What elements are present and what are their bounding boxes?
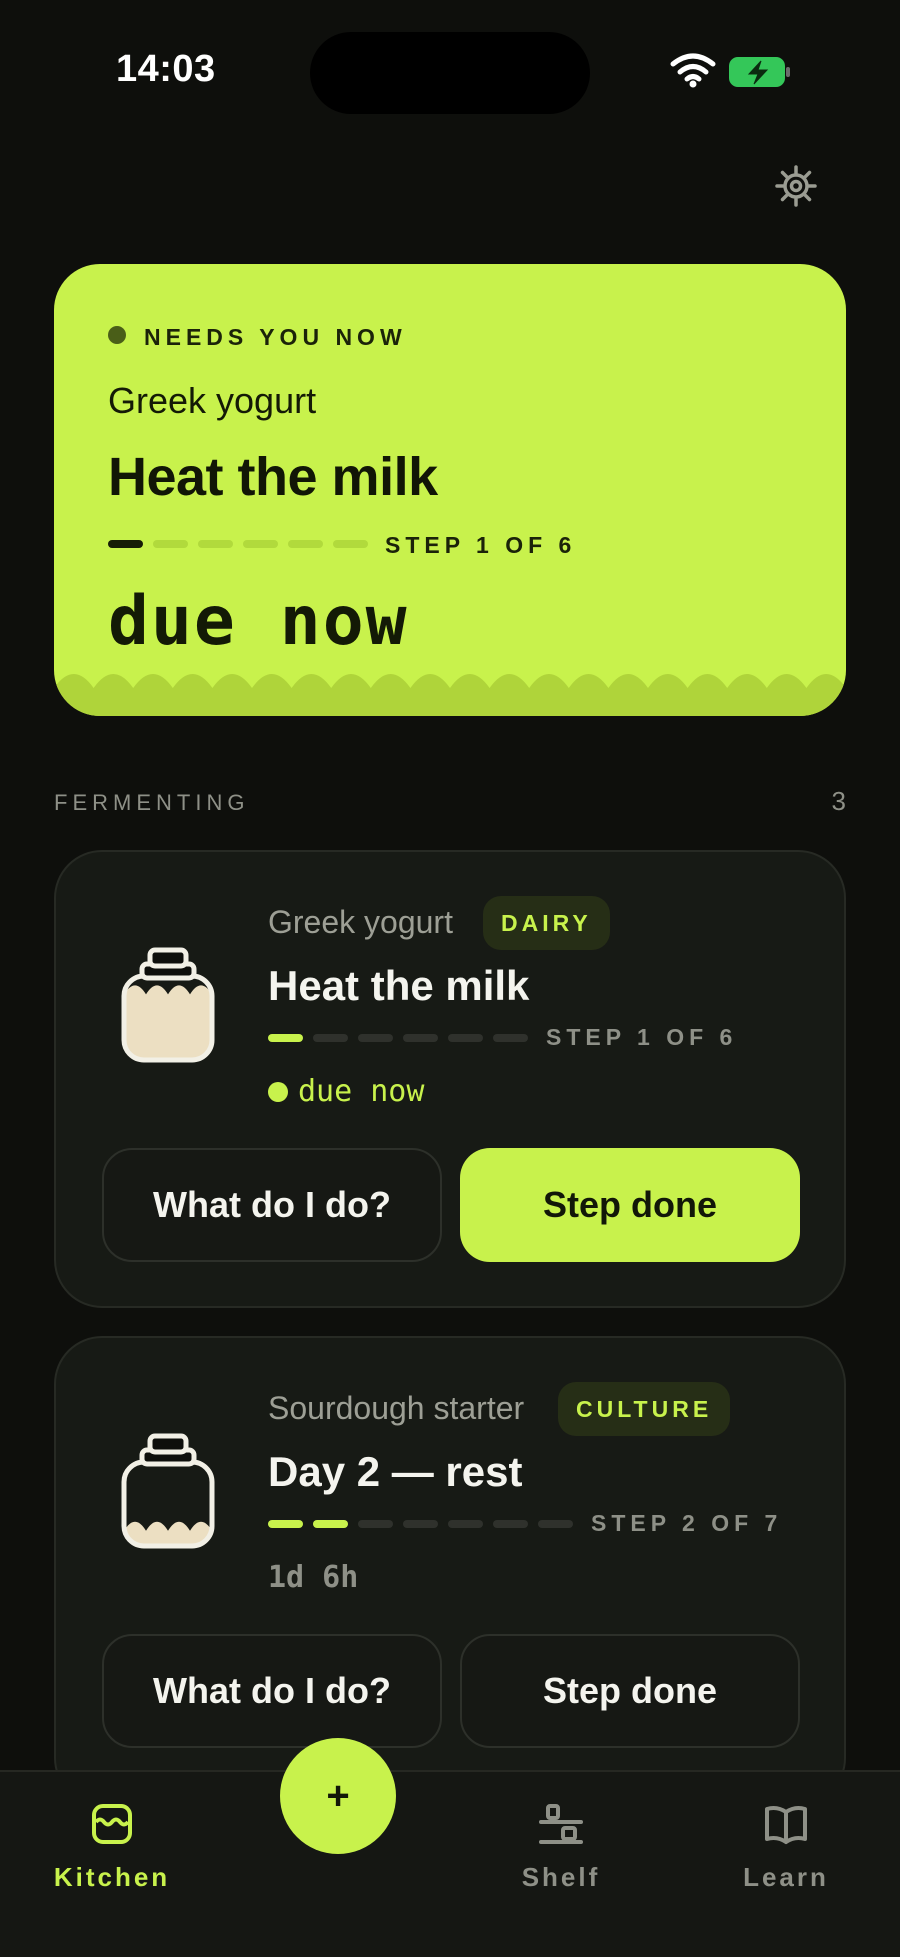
hero-step-title: Heat the milk xyxy=(108,447,438,507)
step-label: STEP 1 OF 6 xyxy=(546,1024,738,1050)
what-do-i-do-button[interactable]: What do I do? xyxy=(102,1148,442,1262)
step-label: STEP 2 OF 7 xyxy=(591,1510,783,1536)
wifi-icon xyxy=(670,53,716,88)
shelf-icon xyxy=(539,1804,583,1844)
progress-segment xyxy=(243,540,278,548)
due-dot xyxy=(268,1082,288,1102)
ferment-card[interactable]: Greek yogurt DAIRY Heat the milk STEP 1 … xyxy=(54,850,846,1308)
ferment-step-title: Heat the milk xyxy=(268,962,530,1009)
tab-label: Shelf xyxy=(521,1862,601,1892)
hero-step-progress xyxy=(108,540,368,548)
progress-segment xyxy=(403,1034,438,1042)
what-do-i-do-button[interactable]: What do I do? xyxy=(102,1634,442,1748)
section-count: 3 xyxy=(831,786,846,816)
status-time: 14:03 xyxy=(116,48,216,90)
ferment-card[interactable]: Sourdough starter CULTURE Day 2 — rest S… xyxy=(54,1336,846,1806)
kitchen-icon xyxy=(92,1804,132,1844)
progress-segment xyxy=(313,1034,348,1042)
step-done-button[interactable]: Step done xyxy=(460,1148,800,1262)
progress-segment xyxy=(198,540,233,548)
section-label: FERMENTING xyxy=(54,790,250,815)
battery-icon xyxy=(729,57,790,87)
hero-item-name: Greek yogurt xyxy=(108,380,317,421)
hero-due-text: due now xyxy=(108,582,409,661)
scallop-border xyxy=(54,674,846,716)
hero-kicker: NEEDS YOU NOW xyxy=(144,324,407,350)
hero-status-dot xyxy=(108,326,126,344)
needs-you-now-card[interactable]: NEEDS YOU NOW Greek yogurt Heat the milk… xyxy=(54,264,846,716)
tab-label: Learn xyxy=(743,1862,829,1892)
tab-kitchen[interactable]: Kitchen xyxy=(32,1800,192,1893)
progress-segment xyxy=(493,1520,528,1528)
progress-segment xyxy=(403,1520,438,1528)
progress-segment xyxy=(448,1034,483,1042)
tab-shelf[interactable]: Shelf xyxy=(481,1800,641,1893)
tab-learn[interactable]: Learn xyxy=(706,1800,866,1893)
jar-icon xyxy=(121,1433,215,1549)
dynamic-island xyxy=(310,32,590,114)
progress-segment xyxy=(358,1520,393,1528)
progress-segment xyxy=(538,1520,573,1528)
step-progress xyxy=(268,1520,573,1528)
category-badge: DAIRY xyxy=(483,896,610,950)
progress-segment xyxy=(358,1034,393,1042)
ferment-name: Greek yogurt xyxy=(268,904,453,940)
time-remaining: 1d 6h xyxy=(268,1560,359,1595)
progress-segment xyxy=(493,1034,528,1042)
ferment-name: Sourdough starter xyxy=(268,1390,525,1426)
book-icon xyxy=(765,1806,807,1844)
progress-segment xyxy=(153,540,188,548)
progress-segment xyxy=(108,540,143,548)
ferment-step-title: Day 2 — rest xyxy=(268,1448,523,1495)
hero-step-label: STEP 1 OF 6 xyxy=(385,532,577,558)
category-badge: CULTURE xyxy=(558,1382,731,1436)
progress-segment xyxy=(313,1520,348,1528)
jar-icon xyxy=(121,947,215,1063)
progress-segment xyxy=(448,1520,483,1528)
progress-segment xyxy=(288,540,323,548)
progress-segment xyxy=(268,1520,303,1528)
step-progress xyxy=(268,1034,528,1042)
settings-gear-icon[interactable] xyxy=(772,162,820,210)
tab-label: Kitchen xyxy=(53,1862,171,1892)
progress-segment xyxy=(268,1034,303,1042)
due-text: due now xyxy=(298,1074,425,1109)
tab-bar: Kitchen Shelf Learn xyxy=(0,1770,900,1957)
progress-segment xyxy=(333,540,368,548)
add-ferment-button[interactable]: + xyxy=(280,1738,396,1854)
step-done-button[interactable]: Step done xyxy=(460,1634,800,1748)
